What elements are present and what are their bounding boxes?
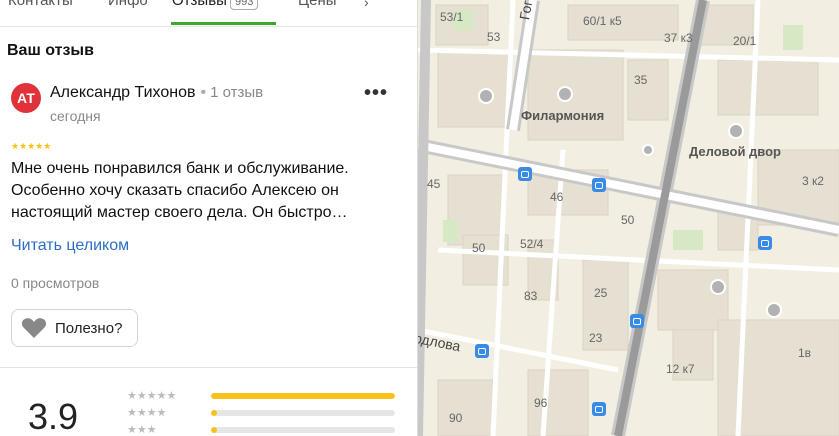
author-reviews-count: 1 отзыв bbox=[210, 84, 264, 101]
bus-stop-icon[interactable] bbox=[475, 344, 489, 358]
rating-row-stars: ★★★★ bbox=[127, 407, 167, 419]
useful-button[interactable]: Полезно? bbox=[11, 309, 138, 347]
poi-museum-icon[interactable] bbox=[478, 88, 494, 104]
house-20-1: 20/1 bbox=[733, 34, 757, 48]
poi-philharmonic-icon[interactable] bbox=[557, 86, 573, 102]
tab-prices[interactable]: Цены bbox=[298, 0, 337, 9]
poi-philharmonic-label[interactable]: Филармония bbox=[521, 108, 604, 123]
tabs-scroll-right-icon[interactable]: › bbox=[364, 0, 369, 10]
poi-business-yard-label[interactable]: Деловой двор bbox=[689, 144, 781, 159]
tab-contacts[interactable]: Контакты bbox=[8, 0, 73, 9]
bus-stop-icon[interactable] bbox=[592, 402, 606, 416]
divider bbox=[0, 367, 418, 368]
tabs-bar: Контакты Инфо Отзывы 993 Цены › bbox=[0, 0, 418, 27]
rating-bar bbox=[211, 427, 395, 433]
house-96: 96 bbox=[534, 396, 548, 410]
reviews-count-badge: 993 bbox=[229, 0, 259, 10]
tab-info[interactable]: Инфо bbox=[108, 0, 148, 9]
heart-icon bbox=[21, 318, 47, 338]
house-12: 12 к7 bbox=[666, 362, 695, 376]
house-50-a: 50 bbox=[621, 213, 635, 227]
rating-row-stars: ★★★★★ bbox=[127, 390, 177, 402]
review-stars: ★★★★★ bbox=[11, 141, 52, 151]
house-83: 83 bbox=[524, 289, 538, 303]
map[interactable]: Гог 53/1 53 60/1 к5 37 к3 20/1 35 Филарм… bbox=[418, 0, 839, 436]
house-35: 35 bbox=[634, 73, 648, 87]
street-label-gog: Гог bbox=[516, 0, 536, 22]
house-37: 37 к3 bbox=[664, 31, 693, 45]
review-author-line: Александр Тихонов • 1 отзыв bbox=[50, 84, 263, 102]
tab-reviews-label: Отзывы bbox=[172, 0, 227, 9]
useful-label: Полезно? bbox=[55, 319, 123, 337]
rating-row-stars: ★★★ bbox=[127, 424, 157, 436]
author-name[interactable]: Александр Тихонов bbox=[50, 84, 195, 101]
your-review-title: Ваш отзыв bbox=[7, 42, 94, 59]
more-options-icon[interactable]: ••• bbox=[362, 83, 390, 106]
dot-separator: • bbox=[200, 84, 207, 101]
rating-bar bbox=[211, 393, 395, 399]
avatar[interactable]: АТ bbox=[11, 83, 41, 113]
read-more-link[interactable]: Читать целиком bbox=[11, 237, 129, 255]
house-3: 3 к2 bbox=[802, 174, 824, 188]
bus-stop-icon[interactable] bbox=[630, 314, 644, 328]
house-23: 23 bbox=[589, 331, 603, 345]
house-46: 46 bbox=[550, 190, 564, 204]
rating-bar-fill bbox=[211, 393, 395, 399]
organization-panel: Контакты Инфо Отзывы 993 Цены › Ваш отзыв… bbox=[0, 0, 418, 436]
house-53: 53 bbox=[487, 30, 501, 44]
house-90: 90 bbox=[449, 411, 463, 425]
active-tab-indicator bbox=[171, 22, 276, 25]
tab-reviews[interactable]: Отзывы 993 bbox=[172, 0, 259, 10]
poi-location-icon[interactable] bbox=[710, 279, 726, 295]
house-1v: 1в bbox=[798, 346, 812, 360]
rating-bar-fill bbox=[211, 410, 217, 416]
average-rating: 3.9 bbox=[28, 396, 79, 436]
views-count: 0 просмотров bbox=[11, 275, 100, 291]
review-text: Мне очень понравился банк и обслуживание… bbox=[11, 160, 349, 221]
house-52-4: 52/4 bbox=[520, 237, 544, 251]
house-53-1: 53/1 bbox=[440, 10, 464, 24]
house-45: 45 bbox=[427, 177, 441, 191]
rating-bar bbox=[211, 410, 395, 416]
rating-bar-fill bbox=[211, 427, 217, 433]
house-60-1: 60/1 к5 bbox=[583, 14, 622, 28]
bus-stop-icon[interactable] bbox=[592, 178, 606, 192]
review-date: сегодня bbox=[50, 108, 101, 124]
house-50-b: 50 bbox=[472, 241, 486, 255]
bus-stop-icon[interactable] bbox=[518, 167, 532, 181]
poi-location-icon-2[interactable] bbox=[766, 302, 782, 318]
bus-stop-icon[interactable] bbox=[758, 236, 772, 250]
poi-business-yard-icon[interactable] bbox=[728, 123, 744, 139]
poi-small-icon[interactable] bbox=[642, 144, 654, 156]
house-25: 25 bbox=[594, 286, 608, 300]
